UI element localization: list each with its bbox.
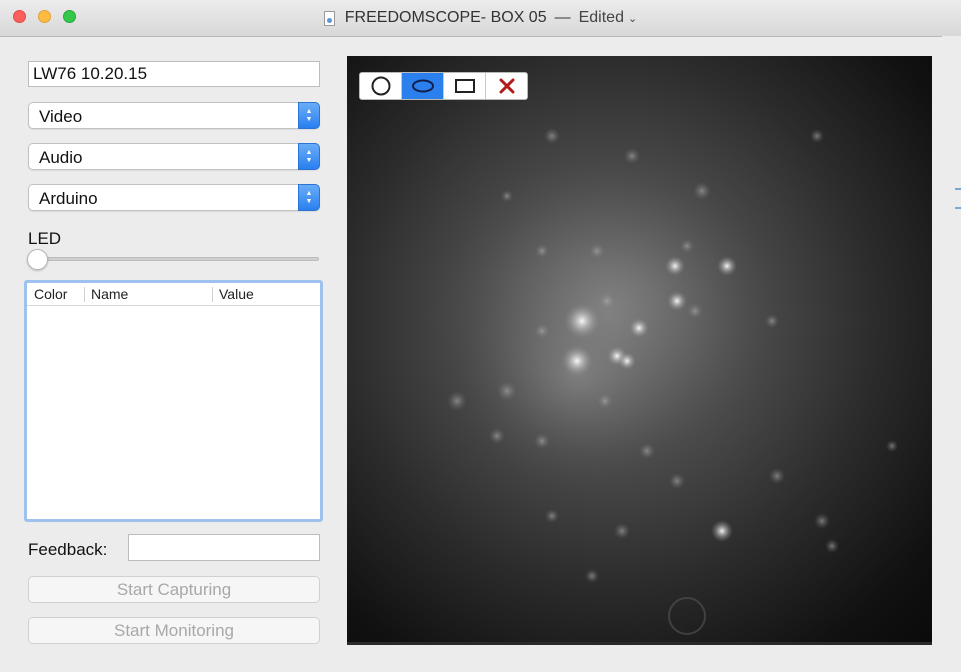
title-bar[interactable]: FREEDOMSCOPE- BOX 05 — Edited ⌄ bbox=[0, 0, 961, 37]
edited-status[interactable]: Edited bbox=[579, 9, 624, 27]
document-icon bbox=[323, 10, 335, 26]
rectangle-icon bbox=[454, 79, 475, 93]
column-divider bbox=[84, 287, 85, 302]
led-slider-track[interactable] bbox=[31, 257, 319, 261]
chevron-down-icon[interactable]: ⌄ bbox=[628, 12, 637, 25]
roi-table[interactable]: Color Name Value bbox=[24, 280, 323, 522]
column-header-value[interactable]: Value bbox=[219, 286, 254, 302]
start-monitoring-button[interactable]: Start Monitoring bbox=[28, 617, 320, 644]
column-header-name[interactable]: Name bbox=[91, 286, 128, 302]
window-title-text: FREEDOMSCOPE- BOX 05 bbox=[344, 9, 547, 26]
popup-arrows-icon: ▲ ▼ bbox=[298, 143, 320, 170]
table-header: Color Name Value bbox=[27, 283, 320, 306]
circle-tool-button[interactable] bbox=[360, 73, 402, 99]
arduino-popup-label: Arduino bbox=[39, 189, 98, 208]
video-preview[interactable] bbox=[347, 56, 932, 645]
ellipse-icon bbox=[411, 79, 434, 93]
rectangle-tool-button[interactable] bbox=[444, 73, 486, 99]
video-popup-label: Video bbox=[39, 107, 83, 126]
circle-icon bbox=[371, 76, 390, 96]
delete-tool-button[interactable] bbox=[486, 73, 527, 99]
edge-marker bbox=[955, 207, 961, 209]
feedback-field[interactable] bbox=[128, 534, 320, 561]
start-capturing-button[interactable]: Start Capturing bbox=[28, 576, 320, 603]
microscope-image bbox=[437, 128, 898, 635]
window-title: FREEDOMSCOPE- BOX 05 — Edited ⌄ bbox=[0, 0, 961, 36]
audio-popup-label: Audio bbox=[39, 148, 83, 167]
edge-marker bbox=[955, 188, 961, 190]
led-label: LED bbox=[28, 229, 62, 248]
roi-shape-toolbar bbox=[359, 72, 528, 100]
title-separator: — bbox=[554, 9, 571, 26]
window-edge bbox=[942, 36, 961, 672]
session-name-field[interactable]: LW76 10.20.15 bbox=[28, 61, 320, 87]
audio-popup[interactable]: Audio ▲ ▼ bbox=[28, 143, 320, 170]
column-divider bbox=[212, 287, 213, 302]
led-slider-knob[interactable] bbox=[27, 249, 48, 270]
ellipse-tool-button[interactable] bbox=[402, 73, 444, 99]
feedback-label: Feedback: bbox=[28, 540, 108, 559]
column-header-color[interactable]: Color bbox=[34, 286, 67, 302]
popup-arrows-icon: ▲ ▼ bbox=[298, 184, 320, 211]
x-icon bbox=[499, 78, 514, 94]
video-popup[interactable]: Video ▲ ▼ bbox=[28, 102, 320, 129]
popup-arrows-icon: ▲ ▼ bbox=[298, 102, 320, 129]
arduino-popup[interactable]: Arduino ▲ ▼ bbox=[28, 184, 320, 211]
app-window: FREEDOMSCOPE- BOX 05 — Edited ⌄ LW76 10.… bbox=[0, 0, 961, 672]
